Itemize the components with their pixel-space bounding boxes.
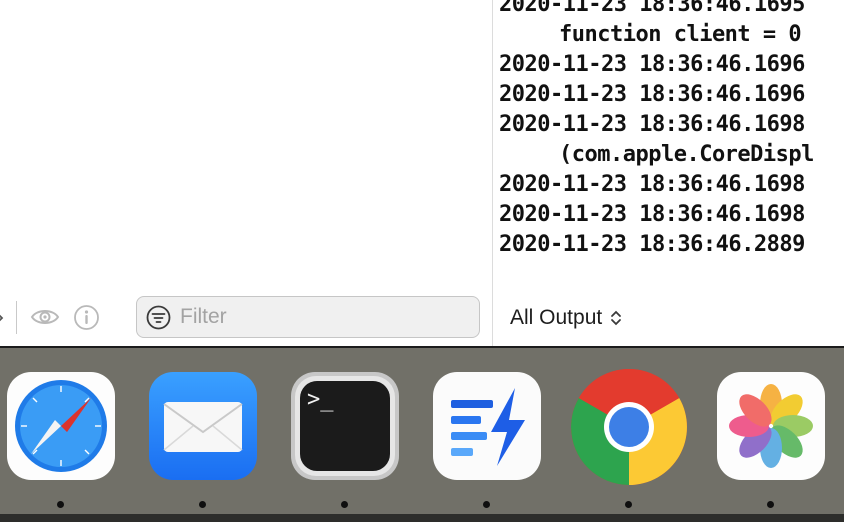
output-selector-label: All Output (510, 306, 603, 329)
terminal-icon: >_ (291, 372, 399, 480)
log-line: 2020-11-23 18:36:46.1695 (499, 0, 805, 17)
running-indicator (57, 501, 64, 508)
log-line: 2020-11-23 18:36:46.2889 (499, 232, 805, 257)
log-line: 2020-11-23 18:36:46.1698 (499, 112, 805, 137)
filter-input[interactable] (180, 304, 470, 330)
dock-app-terminal[interactable]: >_ (291, 372, 399, 480)
toolbar-separator (16, 301, 17, 334)
running-indicator (483, 501, 490, 508)
desktop-strip (0, 514, 844, 522)
running-indicator (767, 501, 774, 508)
dock-app-mail[interactable] (149, 372, 257, 480)
console-output[interactable]: 2020-11-23 18:36:46.1695 function client … (493, 0, 844, 346)
output-selector[interactable]: All Output (510, 303, 622, 333)
dock: >_ (0, 346, 844, 514)
log-line: (com.apple.CoreDispl (559, 142, 814, 167)
log-line: 2020-11-23 18:36:46.1696 (499, 52, 805, 77)
dock-app-toolbox[interactable] (433, 372, 541, 480)
mail-icon (149, 372, 257, 480)
log-line: function client = 0 (559, 22, 802, 47)
running-indicator (625, 501, 632, 508)
sidebar-pane (0, 0, 492, 346)
dock-app-safari[interactable] (7, 372, 115, 480)
filter-icon[interactable] (146, 305, 171, 330)
dock-app-photos[interactable] (717, 372, 825, 480)
filter-field[interactable] (136, 296, 480, 338)
chevron-right-icon[interactable] (0, 308, 4, 328)
chevron-up-down-icon (610, 308, 622, 328)
log-line: 2020-11-23 18:36:46.1698 (499, 172, 805, 197)
running-indicator (341, 501, 348, 508)
toolbox-icon (433, 372, 541, 480)
terminal-prompt: >_ (307, 387, 334, 412)
safari-icon (7, 372, 115, 480)
running-indicator (199, 501, 206, 508)
log-lines: 2020-11-23 18:36:46.1695 function client … (499, 0, 814, 260)
dock-app-chrome[interactable] (570, 368, 688, 486)
log-line: 2020-11-23 18:36:46.1698 (499, 202, 805, 227)
photos-icon (717, 372, 825, 480)
chrome-icon (571, 369, 687, 485)
eye-icon[interactable] (30, 305, 60, 329)
log-line: 2020-11-23 18:36:46.1696 (499, 82, 805, 107)
info-icon[interactable] (73, 304, 100, 331)
